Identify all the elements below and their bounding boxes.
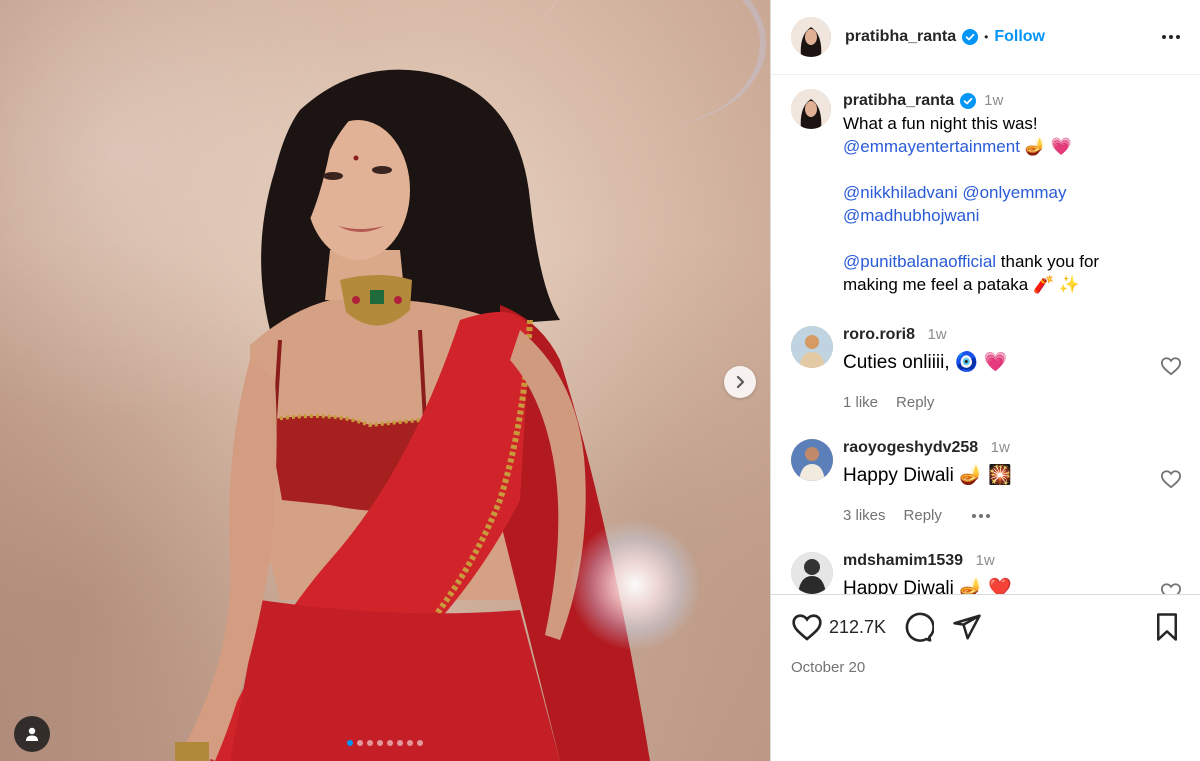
caption-body: pratibha_ranta 1w What a fun night this …: [843, 89, 1143, 296]
header-separator: •: [984, 30, 989, 44]
mention-link[interactable]: @punitbalanaofficial: [843, 252, 996, 271]
comment-username[interactable]: raoyogeshydv258: [843, 439, 978, 456]
avatar-image: [791, 439, 833, 481]
carousel-dot: [357, 740, 363, 746]
verified-badge-icon: [960, 92, 977, 109]
caption-line: What a fun night this was!: [843, 114, 1038, 133]
comment-text: Happy Diwali 🪔 ❤️: [843, 578, 1012, 594]
carousel-dot: [397, 740, 403, 746]
post-media: [0, 0, 770, 761]
comment-text: Happy Diwali 🪔 🎇: [843, 465, 1012, 486]
caption-username[interactable]: pratibha_ranta: [843, 89, 954, 112]
post-side-panel: pratibha_ranta • Follow pratibha_ranta 1…: [770, 0, 1200, 761]
mention-link[interactable]: @emmayentertainment: [843, 137, 1020, 156]
carousel-dot: [407, 740, 413, 746]
more-dot-icon: [1176, 35, 1180, 39]
post-modal: pratibha_ranta • Follow pratibha_ranta 1…: [0, 0, 1200, 761]
comment-username[interactable]: mdshamim1539: [843, 552, 963, 569]
mention-link[interactable]: @nikkhiladvani: [843, 183, 958, 202]
comment-like-heart-icon[interactable]: [1160, 582, 1182, 594]
post-caption: pratibha_ranta 1w What a fun night this …: [771, 75, 1200, 296]
more-options-button[interactable]: [1162, 35, 1180, 39]
comment-avatar[interactable]: [791, 326, 833, 368]
carousel-dot: [387, 740, 393, 746]
avatar-image: [791, 552, 833, 594]
caption-emoji: 🪔 💗: [1024, 137, 1072, 156]
reply-button[interactable]: Reply: [904, 507, 942, 524]
comment-likes[interactable]: 3 likes: [843, 507, 886, 524]
author-avatar[interactable]: [791, 17, 831, 57]
comment-time: 1w: [927, 326, 947, 343]
comment-time: 1w: [975, 552, 995, 569]
more-dot-icon: [971, 513, 976, 518]
carousel-next-button[interactable]: [724, 366, 756, 398]
lens-flare: [570, 520, 700, 650]
post-actions: 212.7K October 20: [771, 594, 1200, 676]
author-username[interactable]: pratibha_ranta: [845, 28, 956, 46]
comment: raoyogeshydv258 1w Happy Diwali 🪔 🎇 3 li…: [771, 439, 1200, 524]
chevron-right-icon: [736, 375, 745, 389]
comments-scroll-area[interactable]: pratibha_ranta 1w What a fun night this …: [771, 75, 1200, 594]
more-dot-icon: [978, 513, 983, 518]
comment-bubble-icon[interactable]: [902, 611, 935, 643]
more-dot-icon: [985, 513, 990, 518]
post-date[interactable]: October 20: [791, 659, 1180, 676]
carousel-indicator: [0, 740, 770, 746]
save-bookmark-icon[interactable]: [1154, 612, 1180, 642]
verified-badge-icon: [962, 29, 979, 45]
post-header: pratibha_ranta • Follow: [771, 0, 1200, 75]
comment-like-heart-icon[interactable]: [1160, 356, 1182, 381]
carousel-dot: [347, 740, 353, 746]
like-heart-icon[interactable]: [791, 612, 823, 642]
comment-more-button[interactable]: [971, 513, 990, 518]
follow-button[interactable]: Follow: [994, 28, 1045, 46]
comment-like-heart-icon[interactable]: [1160, 469, 1182, 494]
share-send-icon[interactable]: [952, 612, 982, 642]
caption-emoji: 🧨 ✨: [1032, 275, 1081, 294]
more-dot-icon: [1169, 35, 1173, 39]
comment-likes[interactable]: 1 like: [843, 394, 878, 411]
comment-avatar[interactable]: [791, 439, 833, 481]
caption-time: 1w: [984, 92, 1004, 109]
tagged-users-button[interactable]: [14, 716, 50, 752]
like-count[interactable]: 212.7K: [829, 617, 886, 638]
avatar-image: [791, 17, 831, 57]
carousel-dot: [367, 740, 373, 746]
carousel-dot: [377, 740, 383, 746]
comment-avatar[interactable]: [791, 552, 833, 594]
comment-username[interactable]: roro.rori8: [843, 326, 915, 343]
more-dot-icon: [1162, 35, 1166, 39]
carousel-dot: [417, 740, 423, 746]
mention-link[interactable]: @madhubhojwani: [843, 206, 979, 225]
comment-time: 1w: [990, 439, 1010, 456]
caption-avatar[interactable]: [791, 89, 831, 129]
comment: mdshamim1539 1w Happy Diwali 🪔 ❤️: [771, 552, 1200, 594]
mention-link[interactable]: @onlyemmay: [962, 183, 1066, 202]
avatar-image: [791, 326, 833, 368]
avatar-image: [791, 89, 831, 129]
comment-text: Cuties onliiii, 🧿 💗: [843, 352, 1008, 373]
comment: roro.rori8 1w Cuties onliiii, 🧿 💗 1 like…: [771, 326, 1200, 411]
reply-button[interactable]: Reply: [896, 394, 934, 411]
